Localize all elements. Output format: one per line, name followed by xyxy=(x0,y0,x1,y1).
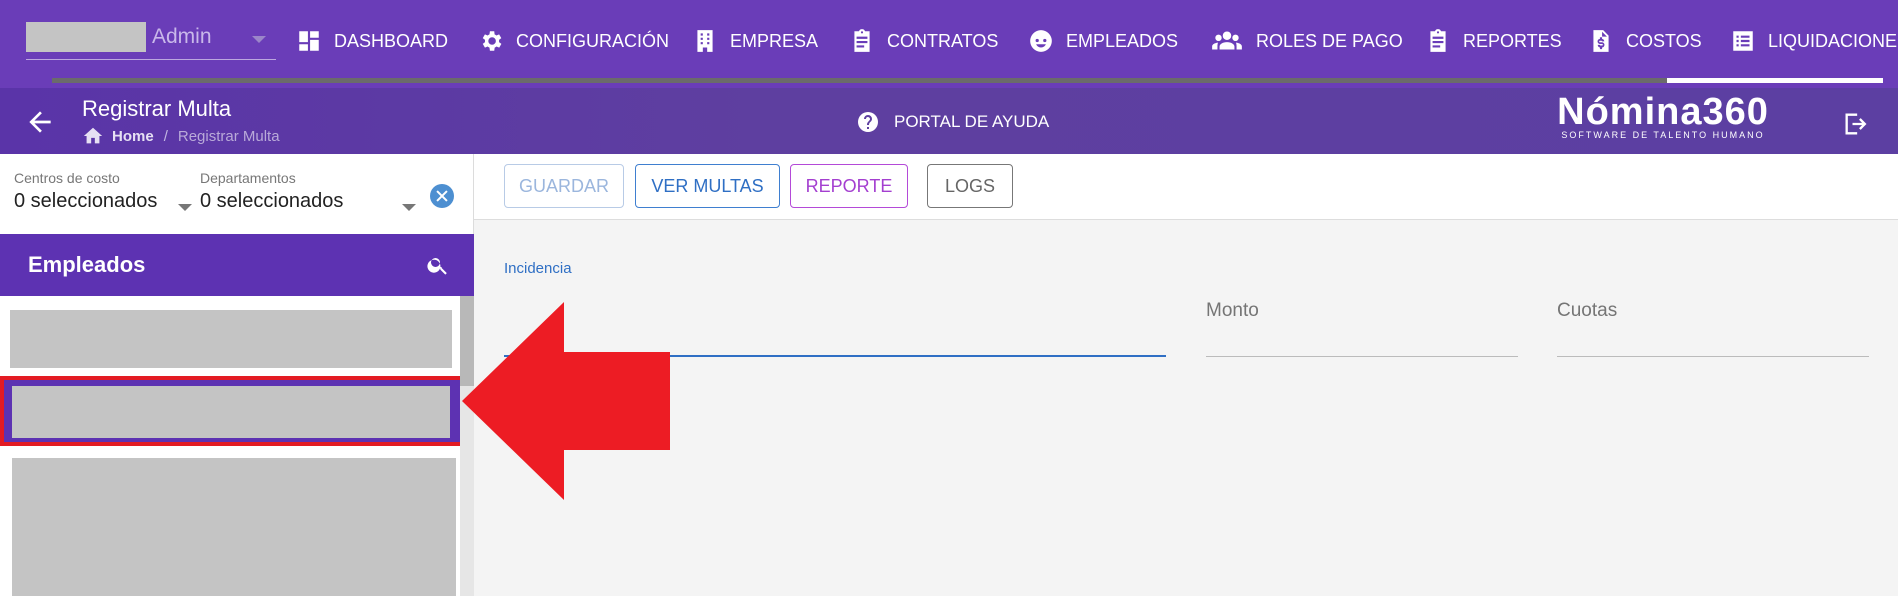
nav-item-label: ROLES DE PAGO xyxy=(1256,30,1403,51)
monto-input[interactable] xyxy=(1206,296,1518,326)
nav-item-empresa[interactable]: EMPRESA xyxy=(692,24,818,58)
invoice-dollar-icon xyxy=(1593,30,1609,52)
help-portal-label: PORTAL DE AYUDA xyxy=(894,112,1050,131)
user-name: Admin xyxy=(152,25,212,48)
logout-button[interactable] xyxy=(1842,110,1870,138)
clear-filters-button[interactable] xyxy=(430,184,454,208)
nav-item-roles-de-pago[interactable]: ROLES DE PAGO xyxy=(1210,24,1403,58)
people-icon xyxy=(1212,31,1242,50)
chevron-down-icon xyxy=(178,204,192,211)
building-icon xyxy=(697,30,713,52)
cost-center-value: 0 seleccionados xyxy=(14,190,158,212)
nav-item-liquidaciones[interactable]: LIQUIDACIONE xyxy=(1730,24,1897,58)
logs-button[interactable]: LOGS xyxy=(927,164,1013,208)
report-button[interactable]: REPORTE xyxy=(790,164,908,208)
monto-underline xyxy=(1206,356,1518,357)
breadcrumb-home[interactable]: Home xyxy=(112,128,154,145)
logout-icon xyxy=(1845,113,1867,135)
nav-scrollbar-track[interactable] xyxy=(52,78,1882,83)
chevron-down-icon xyxy=(402,204,416,211)
search-icon xyxy=(427,258,447,275)
home-icon xyxy=(83,127,103,144)
cost-center-filter[interactable]: Centros de costo 0 seleccionados xyxy=(14,170,194,243)
nav-item-label: REPORTES xyxy=(1463,30,1562,51)
employee-list-item[interactable] xyxy=(12,458,456,596)
breadcrumb-current: Registrar Multa xyxy=(177,127,280,145)
nav-item-costos[interactable]: COSTOS xyxy=(1588,24,1702,58)
employee-list-item-content xyxy=(12,386,450,438)
department-value: 0 seleccionados xyxy=(200,190,344,212)
nav-item-label: LIQUIDACIONE xyxy=(1768,30,1898,51)
nav-item-label: EMPLEADOS xyxy=(1066,30,1179,51)
logo-main-text: Nómina360 xyxy=(1557,91,1769,133)
incidencia-label: Incidencia xyxy=(504,260,572,277)
action-toolbar: GUARDAR VER MULTAS REPORTE LOGS xyxy=(474,154,1898,220)
nav-item-reportes[interactable]: REPORTES xyxy=(1425,24,1562,58)
help-portal-link[interactable]: PORTAL DE AYUDA xyxy=(856,110,1049,134)
employee-list-item[interactable] xyxy=(10,310,452,368)
nav-item-label: COSTOS xyxy=(1626,30,1702,51)
employee-search-button[interactable] xyxy=(426,253,450,277)
employees-title: Empleados xyxy=(28,252,146,277)
department-label: Departamentos xyxy=(200,170,296,186)
save-button[interactable]: GUARDAR xyxy=(504,164,624,208)
department-filter[interactable]: Departamentos 0 seleccionados xyxy=(200,170,424,243)
clipboard-icon xyxy=(854,29,870,52)
cost-center-label: Centros de costo xyxy=(14,170,120,186)
chevron-down-icon xyxy=(252,36,266,43)
dashboard-icon xyxy=(299,31,319,51)
page-header: Registrar Multa Home / Registrar Multa P… xyxy=(0,88,1898,154)
cuotas-input[interactable] xyxy=(1557,296,1869,326)
employee-list-item-selected[interactable] xyxy=(0,376,474,446)
user-avatar xyxy=(26,22,146,52)
breadcrumb-separator: / xyxy=(163,127,168,145)
nav-item-configuracion[interactable]: CONFIGURACIÓN xyxy=(478,24,669,58)
brand-logo: Nómina360 SOFTWARE DE TALENTO HUMANO xyxy=(1548,90,1778,140)
page-title: Registrar Multa xyxy=(82,96,232,121)
nav-scrollbar-thumb[interactable] xyxy=(1667,78,1883,83)
monto-field[interactable] xyxy=(1206,260,1518,360)
nav-item-contratos[interactable]: CONTRATOS xyxy=(849,24,998,58)
user-selector[interactable]: Admin xyxy=(26,22,276,60)
clipboard-icon xyxy=(1430,29,1446,52)
nav-item-label: CONTRATOS xyxy=(887,30,999,51)
cuotas-underline xyxy=(1557,356,1869,357)
face-icon xyxy=(1030,30,1052,52)
nav-item-empleados[interactable]: EMPLEADOS xyxy=(1028,24,1178,58)
view-fines-button[interactable]: VER MULTAS xyxy=(635,164,780,208)
top-navigation: Admin DASHBOARD CONFIGURACIÓN EMPRESA CO… xyxy=(0,0,1898,88)
employees-header: Empleados xyxy=(0,234,474,296)
arrow-left-icon xyxy=(29,111,51,133)
app-root: Admin DASHBOARD CONFIGURACIÓN EMPRESA CO… xyxy=(0,0,1898,596)
nav-item-label: EMPRESA xyxy=(730,30,819,51)
fine-form: Incidencia xyxy=(474,220,1898,596)
back-button[interactable] xyxy=(24,106,56,138)
annotation-arrow-icon xyxy=(462,302,670,500)
logo-tagline: SOFTWARE DE TALENTO HUMANO xyxy=(1561,130,1765,140)
breadcrumb: Home / Registrar Multa xyxy=(82,125,280,147)
help-circle-icon xyxy=(858,112,878,132)
nav-item-label: CONFIGURACIÓN xyxy=(516,30,669,51)
nav-item-dashboard[interactable]: DASHBOARD xyxy=(296,24,448,58)
list-icon xyxy=(1733,31,1753,51)
gear-icon xyxy=(482,31,502,51)
nav-item-label: DASHBOARD xyxy=(334,30,449,51)
employee-sidebar: Centros de costo 0 seleccionados Departa… xyxy=(0,154,474,596)
cuotas-field[interactable] xyxy=(1557,260,1869,360)
